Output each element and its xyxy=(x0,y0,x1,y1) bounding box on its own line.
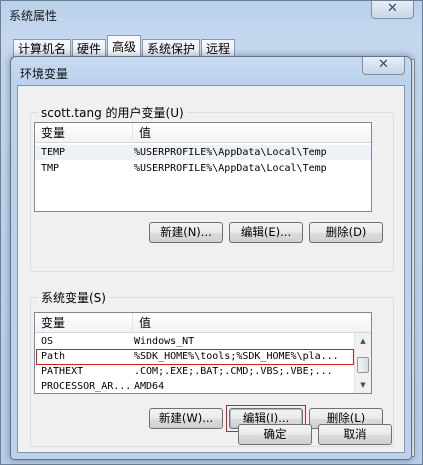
column-header-value[interactable]: 值 xyxy=(133,313,371,333)
table-row[interactable]: OS Windows_NT xyxy=(35,334,354,349)
user-variables-list[interactable]: 变量 值 TEMP %USERPROFILE%\AppData\Local\Te… xyxy=(34,122,372,212)
dialog-close-button[interactable]: ✕ xyxy=(362,57,405,75)
variable-name: TMP xyxy=(41,163,60,174)
system-variables-list[interactable]: 变量 值 OS Windows_NT Path %SDK_HOME%\tools… xyxy=(34,312,372,394)
variable-name: PATHEXT xyxy=(41,366,84,377)
cancel-button[interactable]: 取消 xyxy=(318,424,392,445)
table-row[interactable]: PROCESSOR_AR... AMD64 xyxy=(35,379,354,393)
scroll-thumb[interactable] xyxy=(357,357,369,373)
variable-value: AMD64 xyxy=(134,381,165,392)
scroll-up-icon[interactable]: ▲ xyxy=(355,333,371,349)
variable-name: PROCESSOR_AR... xyxy=(41,381,132,392)
list-header: 变量 值 xyxy=(35,123,371,143)
column-header-name[interactable]: 变量 xyxy=(35,313,133,333)
table-row[interactable]: TMP %USERPROFILE%\AppData\Local\Temp xyxy=(35,161,371,176)
table-row[interactable]: TEMP %USERPROFILE%\AppData\Local\Temp xyxy=(35,145,371,160)
dialog-client-area: scott.tang 的用户变量(U) 变量 值 TEMP %USERPROFI… xyxy=(17,85,405,453)
variable-value: .COM;.EXE;.BAT;.CMD;.VBS;.VBE;... xyxy=(134,366,333,377)
column-header-value[interactable]: 值 xyxy=(133,123,371,143)
variable-value: Windows_NT xyxy=(134,336,195,347)
ok-button[interactable]: 确定 xyxy=(238,424,312,445)
table-row[interactable]: PATHEXT .COM;.EXE;.BAT;.CMD;.VBS;.VBE;..… xyxy=(35,364,354,379)
variable-value: %USERPROFILE%\AppData\Local\Temp xyxy=(134,147,327,158)
vertical-scrollbar[interactable]: ▲ ▼ xyxy=(354,333,371,393)
user-new-button[interactable]: 新建(N)... xyxy=(149,222,223,243)
system-variables-label: 系统变量(S) xyxy=(38,289,109,306)
variable-name: TEMP xyxy=(41,147,66,158)
variable-value: %USERPROFILE%\AppData\Local\Temp xyxy=(134,163,327,174)
user-edit-button[interactable]: 编辑(E)... xyxy=(229,222,303,243)
list-header: 变量 值 xyxy=(35,313,371,333)
user-delete-button[interactable]: 删除(D) xyxy=(309,222,383,243)
environment-variables-dialog: 环境变量 ✕ scott.tang 的用户变量(U) 变量 值 TEMP %US… xyxy=(10,56,412,460)
variable-value: %SDK_HOME%\tools;%SDK_HOME%\pla... xyxy=(134,351,339,362)
table-row-path[interactable]: Path %SDK_HOME%\tools;%SDK_HOME%\pla... xyxy=(35,349,354,364)
system-properties-title: 系统属性 xyxy=(9,9,58,23)
system-new-button[interactable]: 新建(W)... xyxy=(149,408,223,429)
scroll-down-icon[interactable]: ▼ xyxy=(355,377,371,393)
variable-name: Path xyxy=(41,351,66,362)
close-icon: ✕ xyxy=(387,1,398,16)
system-properties-close-button[interactable]: ✕ xyxy=(371,1,414,19)
variable-name: OS xyxy=(41,336,54,347)
user-variables-label: scott.tang 的用户变量(U) xyxy=(38,104,187,121)
close-icon: ✕ xyxy=(378,57,389,72)
dialog-title: 环境变量 xyxy=(20,67,69,81)
column-header-name[interactable]: 变量 xyxy=(35,123,133,143)
